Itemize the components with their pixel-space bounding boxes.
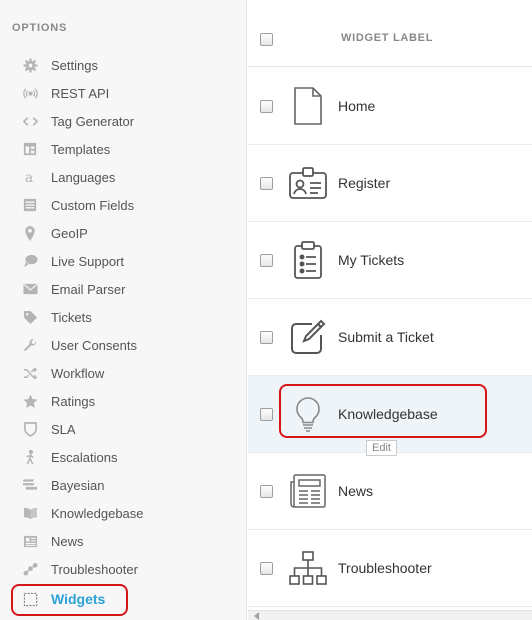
widget-label[interactable]: My Tickets bbox=[338, 252, 404, 268]
table-row[interactable]: Home bbox=[248, 68, 532, 145]
language-icon: a bbox=[22, 169, 38, 185]
shuffle-icon bbox=[22, 365, 38, 381]
page-icon bbox=[288, 86, 328, 126]
clipboard-icon bbox=[288, 240, 328, 280]
sidebar-item-label: Escalations bbox=[51, 449, 118, 465]
sidebar-item-label: Email Parser bbox=[51, 281, 126, 297]
edit-tooltip: Edit bbox=[366, 440, 397, 456]
sidebar-item-label: Bayesian bbox=[51, 477, 105, 493]
sidebar-item-news[interactable]: News bbox=[0, 527, 247, 555]
sidebar-item-bayesian[interactable]: Bayesian bbox=[0, 471, 247, 499]
table-row[interactable]: Troubleshooter bbox=[248, 530, 532, 607]
list-icon bbox=[22, 197, 38, 213]
widget-label[interactable]: Home bbox=[338, 98, 375, 114]
tag-icon bbox=[22, 309, 38, 325]
widgets-table: WIDGET LABEL Home Register My Tickets Su… bbox=[248, 0, 532, 620]
row-checkbox[interactable] bbox=[260, 254, 273, 267]
table-row[interactable]: Register bbox=[248, 145, 532, 222]
horizontal-scrollbar[interactable] bbox=[248, 610, 532, 620]
sidebar-item-tickets[interactable]: Tickets bbox=[0, 303, 247, 331]
newspaper-icon bbox=[22, 533, 38, 549]
row-checkbox[interactable] bbox=[260, 100, 273, 113]
sidebar-item-live-support[interactable]: Live Support bbox=[0, 247, 247, 275]
sidebar-item-label: Live Support bbox=[51, 253, 124, 269]
widgets-highlight bbox=[11, 584, 128, 616]
broadcast-icon bbox=[22, 85, 38, 101]
newspaper-icon bbox=[288, 471, 328, 511]
bayesian-icon bbox=[22, 477, 38, 493]
sidebar-item-custom-fields[interactable]: Custom Fields bbox=[0, 191, 247, 219]
sidebar-item-knowledgebase[interactable]: Knowledgebase bbox=[0, 499, 247, 527]
template-icon bbox=[22, 141, 38, 157]
sidebar-item-troubleshooter[interactable]: Troubleshooter bbox=[0, 555, 247, 583]
sidebar-item-workflow[interactable]: Workflow bbox=[0, 359, 247, 387]
table-body: Home Register My Tickets Submit a Ticket bbox=[248, 68, 532, 607]
sidebar-item-ratings[interactable]: Ratings bbox=[0, 387, 247, 415]
wrench-icon bbox=[22, 337, 38, 353]
pencil-square-icon bbox=[288, 317, 328, 357]
gear-icon bbox=[22, 57, 38, 73]
row-checkbox[interactable] bbox=[260, 331, 273, 344]
sidebar-item-label: User Consents bbox=[51, 337, 137, 353]
chat-icon bbox=[22, 253, 38, 269]
table-row[interactable]: My Tickets bbox=[248, 222, 532, 299]
row-checkbox[interactable] bbox=[260, 177, 273, 190]
code-icon bbox=[22, 113, 38, 129]
org-chart-icon bbox=[288, 548, 328, 588]
sidebar-item-rest-api[interactable]: REST API bbox=[0, 79, 247, 107]
select-all-checkbox[interactable] bbox=[260, 33, 273, 46]
table-header: WIDGET LABEL bbox=[248, 0, 532, 67]
sidebar-item-geoip[interactable]: GeoIP bbox=[0, 219, 247, 247]
sidebar-item-label: Tag Generator bbox=[51, 113, 135, 129]
sidebar-item-label: Templates bbox=[51, 141, 111, 157]
book-icon bbox=[22, 505, 38, 521]
sidebar-item-templates[interactable]: Templates bbox=[0, 135, 247, 163]
widget-label[interactable]: News bbox=[338, 483, 373, 499]
table-row[interactable]: Submit a Ticket bbox=[248, 299, 532, 376]
sidebar-item-label: REST API bbox=[51, 85, 110, 101]
sidebar-item-label: SLA bbox=[51, 421, 76, 437]
scroll-left-arrow-icon[interactable] bbox=[254, 612, 259, 620]
escalation-icon bbox=[22, 449, 38, 465]
envelope-icon bbox=[22, 281, 38, 297]
sidebar-item-email-parser[interactable]: Email Parser bbox=[0, 275, 247, 303]
sidebar-item-label: Troubleshooter bbox=[51, 561, 138, 577]
sidebar-item-escalations[interactable]: Escalations bbox=[0, 443, 247, 471]
star-icon bbox=[22, 393, 38, 409]
sidebar-title: OPTIONS bbox=[12, 22, 68, 34]
svg-text:a: a bbox=[24, 170, 32, 185]
sidebar-item-label: Workflow bbox=[51, 365, 105, 381]
widget-label[interactable]: Submit a Ticket bbox=[338, 329, 434, 345]
table-row[interactable]: News bbox=[248, 453, 532, 530]
flow-icon bbox=[22, 561, 38, 577]
sidebar-item-settings[interactable]: Settings bbox=[0, 51, 247, 79]
row-checkbox[interactable] bbox=[260, 562, 273, 575]
sidebar-item-label: News bbox=[51, 533, 84, 549]
row-checkbox[interactable] bbox=[260, 485, 273, 498]
sidebar-item-label: Tickets bbox=[51, 309, 92, 325]
sidebar-item-label: Languages bbox=[51, 169, 116, 185]
options-menu: Settings REST API Tag Generator Template… bbox=[0, 51, 247, 615]
options-sidebar: OPTIONS Settings REST API Tag Generator … bbox=[0, 0, 247, 620]
column-header-widget-label[interactable]: WIDGET LABEL bbox=[341, 32, 433, 44]
id-card-icon bbox=[288, 163, 328, 203]
knowledgebase-highlight bbox=[279, 384, 487, 438]
sidebar-item-label: Settings bbox=[51, 57, 98, 73]
sidebar-item-user-consents[interactable]: User Consents bbox=[0, 331, 247, 359]
sidebar-item-label: Ratings bbox=[51, 393, 96, 409]
sidebar-item-label: Knowledgebase bbox=[51, 505, 144, 521]
sidebar-item-sla[interactable]: SLA bbox=[0, 415, 247, 443]
sidebar-item-label: Custom Fields bbox=[51, 197, 135, 213]
widget-label[interactable]: Troubleshooter bbox=[338, 560, 432, 576]
widget-label[interactable]: Register bbox=[338, 175, 390, 191]
shield-icon bbox=[22, 421, 38, 437]
row-checkbox[interactable] bbox=[260, 408, 273, 421]
sidebar-item-tag-generator[interactable]: Tag Generator bbox=[0, 107, 247, 135]
sidebar-item-label: GeoIP bbox=[51, 225, 88, 241]
sidebar-item-languages[interactable]: a Languages bbox=[0, 163, 247, 191]
map-pin-icon bbox=[22, 225, 38, 241]
